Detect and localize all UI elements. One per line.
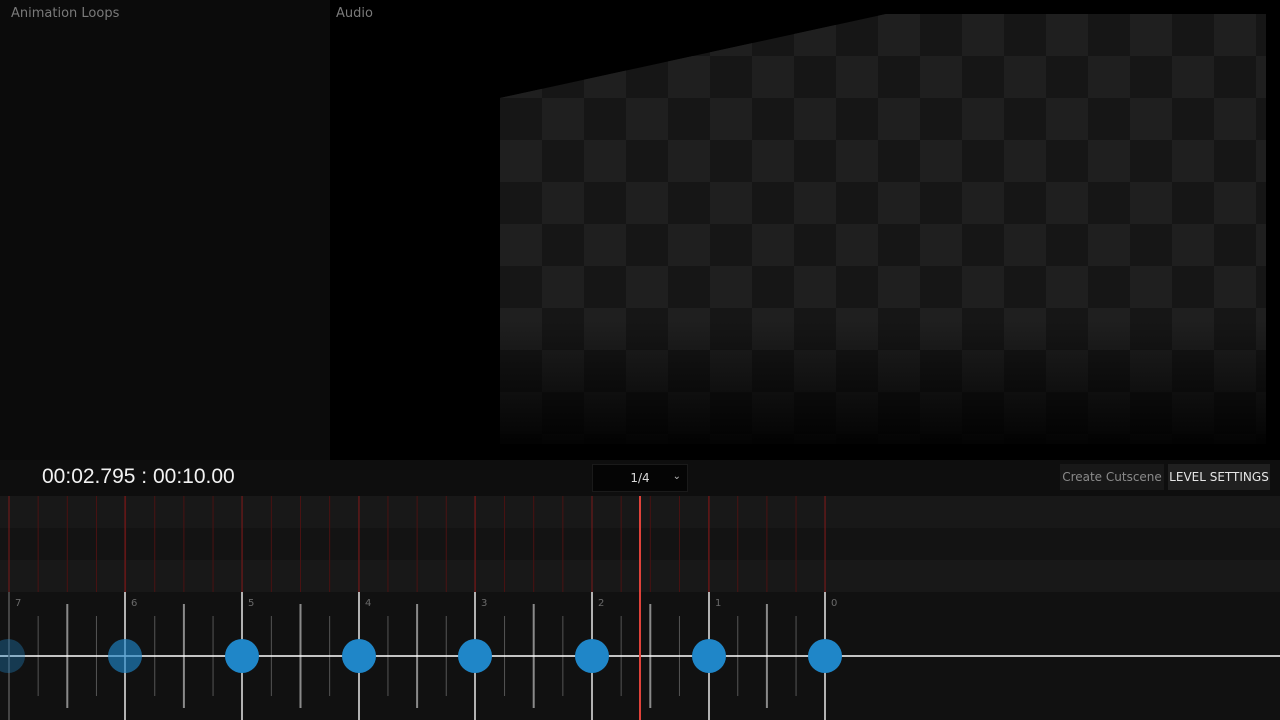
time-total: 00:10.00 [152, 465, 235, 488]
ruler-marker-label: 2 [598, 598, 604, 609]
audio-title: Audio [336, 6, 373, 21]
playhead[interactable] [639, 496, 641, 720]
keyframe[interactable] [575, 639, 609, 673]
ruler-marker-label: 6 [131, 598, 137, 609]
keyframe[interactable] [108, 639, 142, 673]
keyframe[interactable] [458, 639, 492, 673]
page-select[interactable]: 1/4 ⌄ [592, 464, 688, 492]
ruler-marker-label: 4 [365, 598, 371, 609]
page-select-value: 1/4 [630, 471, 650, 485]
ruler-marker-label: 3 [481, 598, 487, 609]
create-cutscene-button[interactable]: Create Cutscene [1060, 464, 1164, 490]
level-settings-button[interactable]: LEVEL SETTINGS [1168, 464, 1270, 490]
animation-loops-title: Animation Loops [11, 6, 120, 21]
keyframe[interactable] [692, 639, 726, 673]
timeline-toolbar: 00:02.795 : 00:10.00 1/4 ⌄ Create Cutsce… [0, 460, 1280, 496]
ruler-marker-label: 5 [248, 598, 254, 609]
time-readout: 00:02.795 : 00:10.00 [42, 465, 235, 489]
animation-loops-panel: Animation Loops [0, 0, 330, 460]
keyframe[interactable] [342, 639, 376, 673]
time-separator: : [141, 465, 148, 488]
keyframe[interactable] [808, 639, 842, 673]
ruler-marker-label: 7 [15, 598, 21, 609]
chevron-down-icon: ⌄ [672, 471, 681, 482]
viewport-fade [500, 320, 1280, 460]
keyframe[interactable] [225, 639, 259, 673]
ruler-marker-label: 0 [831, 598, 837, 609]
keyframe[interactable] [0, 639, 25, 673]
time-current: 00:02.795 [42, 465, 136, 488]
ruler-marker-label: 1 [715, 598, 721, 609]
